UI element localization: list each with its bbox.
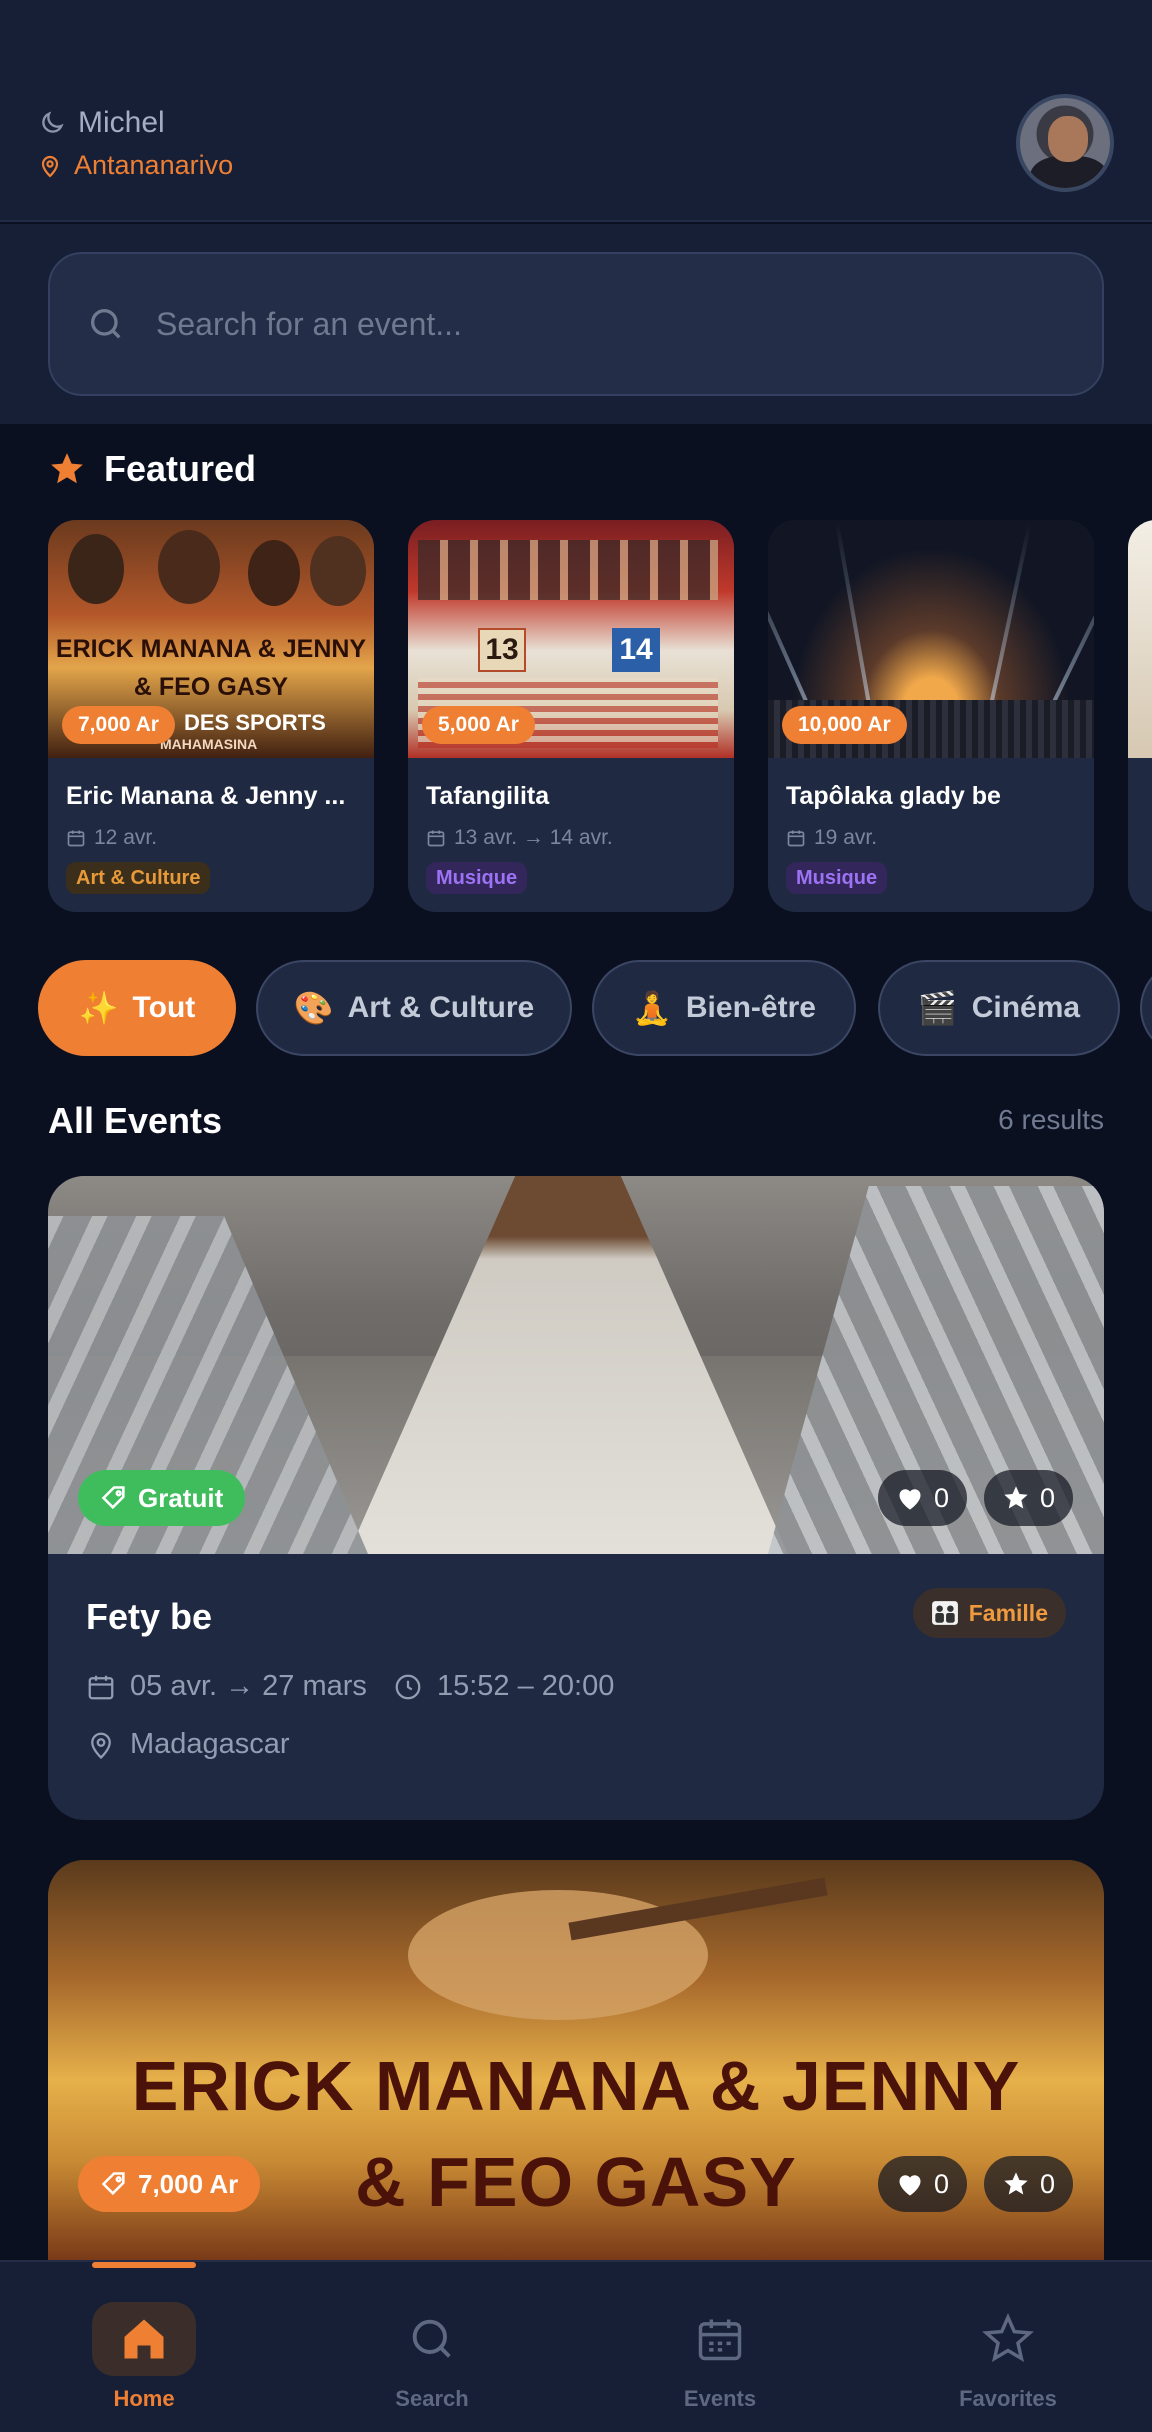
like-count[interactable]: 0 [878,1470,968,1526]
search-icon [91,309,121,339]
nav-favorites[interactable]: Favorites [864,2262,1152,2432]
map-pin-icon [41,155,59,178]
palette-icon: 🎨 [293,989,334,1027]
search-area [0,224,1152,424]
search-icon [412,2319,451,2358]
bottom-navigation: Home Search Events Favorites [0,2260,1152,2432]
featured-card[interactable] [1128,520,1152,912]
event-schedule: 05 avr. → 27 mars 15:52 – 20:00 [86,1670,614,1703]
featured-card-date: 19 avr. [786,826,877,850]
ticket-icon [101,2172,125,2196]
sparkles-icon: ✨ [78,989,119,1027]
search-box[interactable] [48,252,1104,396]
heart-icon [899,2175,921,2196]
calendar-icon [698,2319,742,2361]
featured-card-date: 13 avr. → 14 avr. [426,826,613,850]
price-chip: 5,000 Ar [422,706,535,744]
calendar-icon [67,830,85,847]
greeting: Michel [38,106,165,140]
user-name: Michel [78,106,165,139]
featured-card-date: 12 avr. [66,826,157,850]
featured-poster [1128,520,1152,758]
event-title: Fety be [86,1596,213,1637]
star-icon [51,453,83,484]
category-chip-cinema[interactable]: 🎬 Cinéma [878,960,1120,1056]
featured-card-title: Eric Manana & Jenny ... [66,782,346,810]
featured-card[interactable]: ERICK MANANA & JENNY & FEO GASY DES SPOR… [48,520,374,912]
star-icon [1004,2172,1028,2195]
event-card[interactable]: Gratuit 0 0 Fety be Famille 05 avr. → 27… [48,1176,1104,1820]
clock-icon [395,1674,421,1699]
price-chip: 10,000 Ar [782,706,907,744]
avatar[interactable] [1016,94,1114,192]
price-chip: 7,000 Ar [62,706,175,744]
star-icon [1004,1486,1028,1509]
nav-home[interactable]: Home [0,2262,288,2432]
event-time: 15:52 – 20:00 [436,1670,615,1702]
category-badge: Musique [786,862,888,894]
calendar-icon [88,1675,114,1699]
calendar-icon [787,830,805,847]
star-count[interactable]: 0 [984,2156,1074,2212]
event-location: Madagascar [86,1728,290,1761]
location-name: Antananarivo [74,150,234,180]
ticket-icon [101,1486,125,1510]
category-chip-more[interactable] [1140,960,1152,1056]
location[interactable]: Antananarivo [38,150,233,181]
featured-card-title: Tapôlaka glady be [786,782,1001,810]
category-badge: Famille [912,1588,1066,1638]
featured-card[interactable]: 10,000 Ar Tapôlaka glady be 19 avr. Musi… [768,520,1094,912]
category-chip-tout[interactable]: ✨ Tout [38,960,236,1056]
heart-icon [899,1489,921,1510]
event-date: 05 avr. → 27 mars [130,1670,367,1702]
calendar-icon [427,830,445,847]
category-badge: Musique [426,862,528,894]
results-count: 6 results [998,1104,1104,1135]
featured-card[interactable]: 13 14 5,000 Ar Tafangilita 13 avr. → 14 … [408,520,734,912]
all-events-title: All Events [48,1100,223,1141]
event-card[interactable]: ERICK MANANA & JENNY & FEO GASY 7,000 Ar… [48,1860,1104,2260]
map-pin-icon [91,1732,111,1759]
poster-title-line1: ERICK MANANA & JENNY [131,2047,1021,2125]
category-badge: Art & Culture [66,862,211,894]
featured-title: Featured [48,448,256,490]
category-chip-bien-etre[interactable]: 🧘 Bien-être [592,960,856,1056]
featured-carousel[interactable]: ERICK MANANA & JENNY & FEO GASY DES SPOR… [48,520,1152,915]
star-icon [982,2313,1034,2363]
meditation-icon: 🧘 [632,989,672,1027]
featured-label: Featured [104,448,257,489]
moon-icon [42,111,64,133]
clapper-icon: 🎬 [917,989,958,1027]
price-badge: 7,000 Ar [78,2156,261,2212]
nav-events[interactable]: Events [576,2262,864,2432]
like-count[interactable]: 0 [878,2156,968,2212]
nav-search[interactable]: Search [288,2262,576,2432]
category-chip-art-culture[interactable]: 🎨 Art & Culture [256,960,572,1056]
category-filter: ✨ Tout 🎨 Art & Culture 🧘 Bien-être 🎬 Cin… [38,958,1152,1058]
home-icon [124,2319,164,2359]
star-count[interactable]: 0 [984,1470,1074,1526]
price-badge: Gratuit [78,1470,246,1526]
featured-card-title: Tafangilita [426,782,550,810]
search-input[interactable] [156,305,1056,343]
header: Michel Antananarivo [0,0,1152,222]
family-icon [931,1601,958,1625]
app-root: Michel Antananarivo Featured [0,0,1152,2432]
